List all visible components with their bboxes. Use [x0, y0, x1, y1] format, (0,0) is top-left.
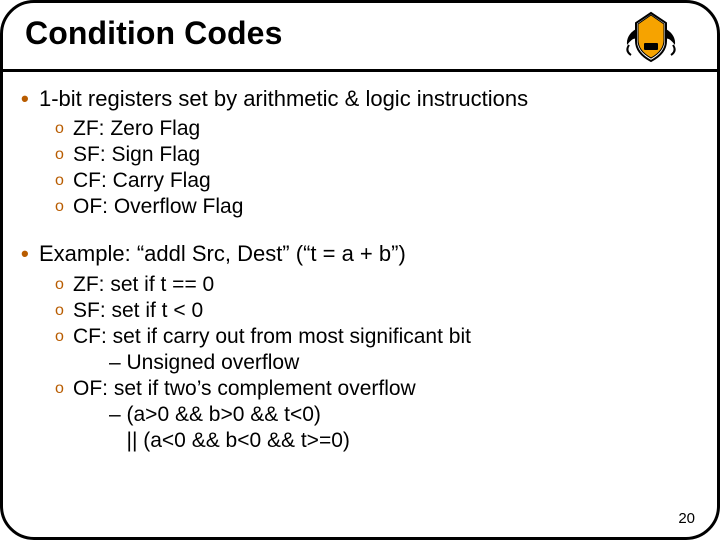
list-item: o SF: set if t < 0	[55, 298, 697, 324]
subbullet-text: SF: Sign Flag	[73, 142, 200, 168]
list-item: o ZF: Zero Flag	[55, 116, 697, 142]
sub-sub-item: – Unsigned overflow	[109, 350, 697, 376]
subbullet-mark-icon: o	[55, 168, 73, 194]
list-item: o CF: set if carry out from most signifi…	[55, 324, 697, 350]
sublist-example: o ZF: set if t == 0 o SF: set if t < 0 o…	[55, 272, 697, 454]
bullet-registers: • 1-bit registers set by arithmetic & lo…	[21, 85, 697, 112]
subbullet-text: CF: Carry Flag	[73, 168, 211, 194]
bullet-mark-icon: •	[21, 240, 39, 267]
subbullet-mark-icon: o	[55, 298, 73, 324]
subbullet-text: SF: set if t < 0	[73, 298, 203, 324]
subbullet-mark-icon: o	[55, 142, 73, 168]
list-item: o SF: Sign Flag	[55, 142, 697, 168]
bullet-text: 1-bit registers set by arithmetic & logi…	[39, 85, 697, 112]
slide-frame: Condition Codes • 1-bit registers set by…	[0, 0, 720, 540]
subbullet-mark-icon: o	[55, 194, 73, 220]
page-title: Condition Codes	[25, 15, 695, 52]
subbullet-mark-icon: o	[55, 272, 73, 298]
header-divider	[0, 69, 720, 72]
subbullet-mark-icon: o	[55, 116, 73, 142]
subbullet-text: ZF: Zero Flag	[73, 116, 200, 142]
list-item: o ZF: set if t == 0	[55, 272, 697, 298]
subbullet-text: CF: set if carry out from most significa…	[73, 324, 471, 350]
bullet-text: Example: “addl Src, Dest” (“t = a + b”)	[39, 240, 697, 267]
sublist-flags: o ZF: Zero Flag o SF: Sign Flag o CF: Ca…	[55, 116, 697, 220]
list-item: o CF: Carry Flag	[55, 168, 697, 194]
slide-body: • 1-bit registers set by arithmetic & lo…	[21, 79, 697, 454]
slide-header: Condition Codes	[3, 3, 717, 54]
subbullet-text: OF: Overflow Flag	[73, 194, 243, 220]
subbullet-mark-icon: o	[55, 376, 73, 402]
sub-sub-item: – (a>0 && b>0 && t<0)	[109, 402, 697, 428]
list-item: o OF: set if two’s complement overflow	[55, 376, 697, 402]
bullet-mark-icon: •	[21, 85, 39, 112]
page-number: 20	[678, 510, 695, 527]
subbullet-text: OF: set if two’s complement overflow	[73, 376, 416, 402]
subbullet-mark-icon: o	[55, 324, 73, 350]
subbullet-text: ZF: set if t == 0	[73, 272, 214, 298]
list-item: o OF: Overflow Flag	[55, 194, 697, 220]
sub-sub-item: || (a<0 && b<0 && t>=0)	[109, 428, 697, 454]
university-crest-icon	[611, 11, 691, 66]
bullet-example: • Example: “addl Src, Dest” (“t = a + b”…	[21, 240, 697, 267]
